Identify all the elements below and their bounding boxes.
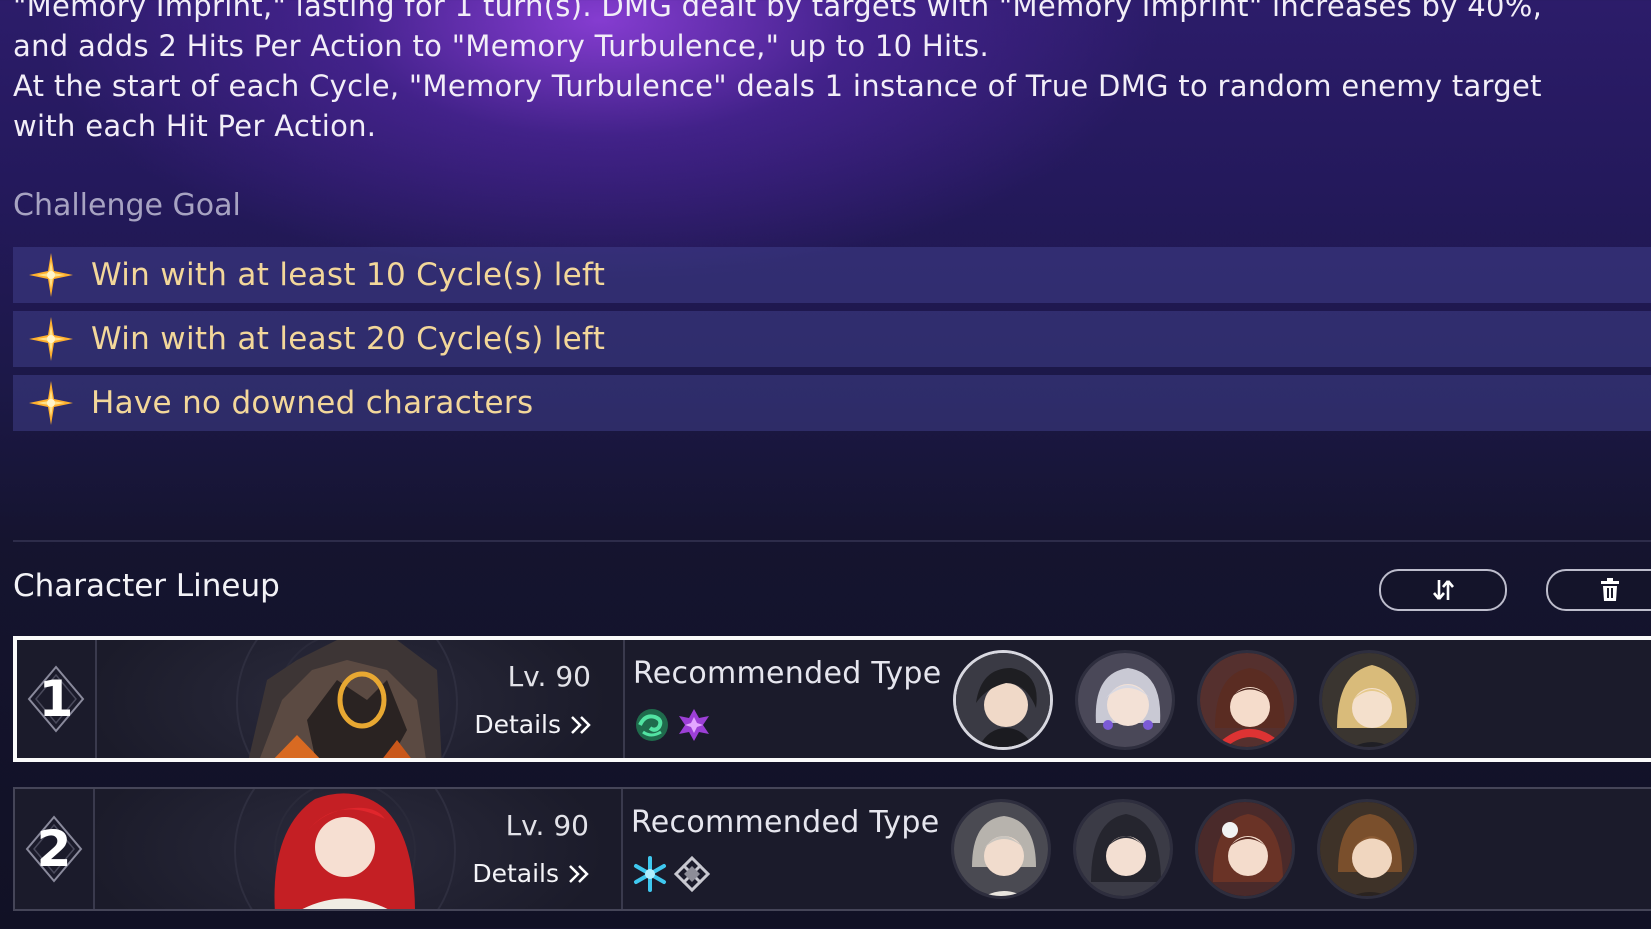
team-level: Lv. 90: [507, 660, 591, 693]
description-line: "Memory Imprint," lasting for 1 turn(s).…: [13, 0, 1543, 23]
star-burst-icon: [29, 381, 73, 425]
character-avatar[interactable]: [1197, 650, 1297, 750]
recommended-types: [631, 855, 711, 893]
ice-element-icon: [634, 856, 666, 892]
trash-icon: [1601, 578, 1619, 601]
team-level: Lv. 90: [505, 809, 589, 842]
wind-element-icon: [636, 709, 668, 741]
recommended-avatars: [953, 650, 1419, 750]
team-number-badge: 2: [15, 789, 95, 909]
description-line: At the start of each Cycle, "Memory Turb…: [13, 69, 1542, 103]
goal-text: Win with at least 10 Cycle(s) left: [91, 257, 606, 293]
boss-portrait: Lv. 90 Details: [97, 640, 625, 758]
details-label: Details: [472, 859, 559, 888]
recommended-types: [633, 706, 713, 744]
description-line: with each Hit Per Action.: [13, 109, 377, 143]
team-card-2[interactable]: 2 Lv. 90 Details Recommended Type: [13, 787, 1651, 911]
imaginary-element-icon: [679, 709, 709, 741]
challenge-description: "Memory Imprint," lasting for 1 turn(s).…: [13, 0, 1651, 146]
physical-element-icon: [673, 855, 711, 893]
boss-portrait-image: [236, 640, 458, 758]
delete-button[interactable]: [1546, 569, 1651, 611]
character-portrait: Lv. 90 Details: [95, 789, 623, 909]
details-label: Details: [474, 710, 561, 739]
description-line: and adds 2 Hits Per Action to "Memory Tu…: [13, 29, 989, 63]
star-burst-icon: [29, 253, 73, 297]
character-avatar[interactable]: [1317, 799, 1417, 899]
recommended-type-label: Recommended Type: [633, 656, 942, 691]
team-card-1[interactable]: 1 Lv. 90 Details Recommended Type: [13, 636, 1651, 762]
character-lineup-title: Character Lineup: [13, 568, 280, 604]
character-avatar[interactable]: [1073, 799, 1173, 899]
goal-row: Win with at least 10 Cycle(s) left: [13, 247, 1651, 303]
chevron-right-icon: [571, 715, 591, 734]
section-divider: [13, 540, 1651, 542]
star-burst-icon: [29, 317, 73, 361]
recommended-type-label: Recommended Type: [631, 805, 940, 840]
character-avatar[interactable]: [1075, 650, 1175, 750]
goal-row: Win with at least 20 Cycle(s) left: [13, 311, 1651, 367]
goal-row: Have no downed characters: [13, 375, 1651, 431]
character-portrait-image: [234, 789, 456, 909]
goal-text: Win with at least 20 Cycle(s) left: [91, 321, 606, 357]
challenge-goal-title: Challenge Goal: [13, 188, 241, 223]
recommended-avatars: [951, 799, 1417, 899]
character-avatar[interactable]: [951, 799, 1051, 899]
character-avatar[interactable]: [1319, 650, 1419, 750]
swap-icon: [1433, 580, 1454, 600]
details-button[interactable]: Details: [472, 859, 591, 888]
details-button[interactable]: Details: [474, 710, 593, 739]
swap-button[interactable]: [1379, 569, 1507, 611]
goal-text: Have no downed characters: [91, 385, 534, 421]
chevron-right-icon: [569, 864, 589, 883]
team-number-badge: 1: [17, 640, 97, 758]
character-avatar[interactable]: [953, 650, 1053, 750]
character-avatar[interactable]: [1195, 799, 1295, 899]
